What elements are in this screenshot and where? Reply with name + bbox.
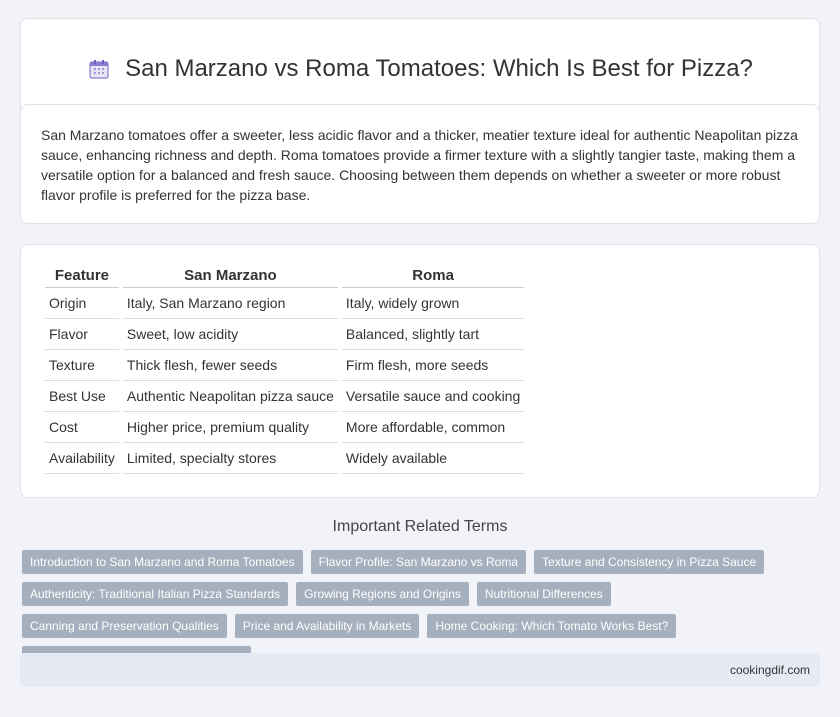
related-tag[interactable]: Flavor Profile: San Marzano vs Roma <box>310 550 527 574</box>
table-cell: Italy, widely grown <box>341 288 525 319</box>
table-row: Best Use Authentic Neapolitan pizza sauc… <box>45 381 525 412</box>
table-row: Texture Thick flesh, fewer seeds Firm fl… <box>45 350 525 381</box>
calendar-icon <box>87 57 111 81</box>
related-tag[interactable]: Canning and Preservation Qualities <box>22 614 227 638</box>
table-cell: Flavor <box>45 319 119 350</box>
table-cell: Limited, specialty stores <box>122 443 338 474</box>
table-cell: Sweet, low acidity <box>122 319 338 350</box>
footer: cookingdif.com <box>20 653 820 687</box>
header-feature: Feature <box>45 263 119 288</box>
table-header-row: Feature San Marzano Roma <box>45 263 525 288</box>
table-cell: Firm flesh, more seeds <box>341 350 525 381</box>
comparison-table-card: Feature San Marzano Roma Origin Italy, S… <box>20 244 820 498</box>
table-row: Availability Limited, specialty stores W… <box>45 443 525 474</box>
related-terms-heading: Important Related Terms <box>332 518 508 535</box>
intro-card: San Marzano tomatoes offer a sweeter, le… <box>20 104 820 224</box>
related-tag[interactable]: Authenticity: Traditional Italian Pizza … <box>22 582 289 606</box>
related-tag[interactable]: Texture and Consistency in Pizza Sauce <box>534 550 765 574</box>
table-cell: Best Use <box>45 381 119 412</box>
table-cell: Origin <box>45 288 119 319</box>
comparison-table: Feature San Marzano Roma Origin Italy, S… <box>41 263 528 474</box>
page-title: San Marzano vs Roma Tomatoes: Which Is B… <box>125 55 753 82</box>
header-san-marzano: San Marzano <box>122 263 338 288</box>
title-wrap: San Marzano vs Roma Tomatoes: Which Is B… <box>87 55 753 83</box>
table-cell: More affordable, common <box>341 412 525 443</box>
table-cell: Balanced, slightly tart <box>341 319 525 350</box>
intro-text: San Marzano tomatoes offer a sweeter, le… <box>41 127 798 203</box>
table-cell: Widely available <box>341 443 525 474</box>
related-tag[interactable]: Introduction to San Marzano and Roma Tom… <box>22 550 303 574</box>
related-tags: Introduction to San Marzano and Roma Tom… <box>22 550 822 670</box>
table-row: Cost Higher price, premium quality More … <box>45 412 525 443</box>
table-cell: Authentic Neapolitan pizza sauce <box>122 381 338 412</box>
table-row: Flavor Sweet, low acidity Balanced, slig… <box>45 319 525 350</box>
table-cell: Higher price, premium quality <box>122 412 338 443</box>
footer-site[interactable]: cookingdif.com <box>730 663 810 677</box>
related-tag[interactable]: Growing Regions and Origins <box>296 582 469 606</box>
table-cell: Cost <box>45 412 119 443</box>
table-cell: Availability <box>45 443 119 474</box>
table-row: Origin Italy, San Marzano region Italy, … <box>45 288 525 319</box>
table-cell: Italy, San Marzano region <box>122 288 338 319</box>
related-tag[interactable]: Nutritional Differences <box>476 582 611 606</box>
table-cell: Texture <box>45 350 119 381</box>
related-tag[interactable]: Price and Availability in Markets <box>234 614 420 638</box>
table-cell: Versatile sauce and cooking <box>341 381 525 412</box>
related-tag[interactable]: Home Cooking: Which Tomato Works Best? <box>427 614 677 638</box>
header-roma: Roma <box>341 263 525 288</box>
table-cell: Thick flesh, fewer seeds <box>122 350 338 381</box>
